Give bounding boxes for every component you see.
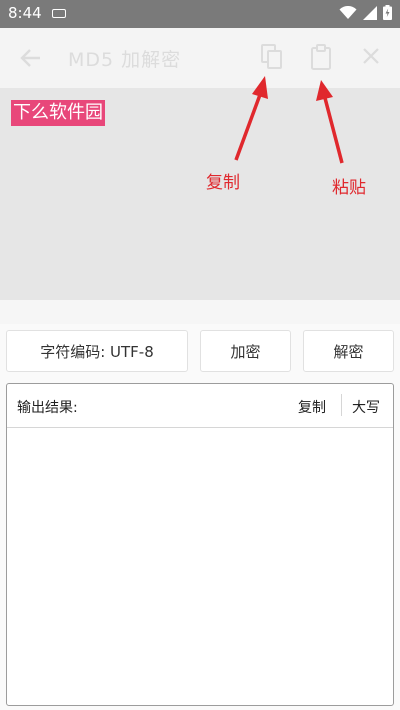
paste-annotation-label: 粘贴 — [332, 178, 366, 198]
status-bar: 8:44 — [0, 0, 400, 28]
output-label: 输出结果: — [17, 400, 78, 416]
encoding-label: 字符编码: UTF-8 — [40, 342, 154, 361]
close-icon[interactable] — [360, 45, 382, 67]
battery-charging-icon — [383, 5, 392, 20]
copy-annotation-label: 复制 — [206, 173, 240, 193]
status-time: 8:44 — [8, 4, 42, 22]
status-icons — [339, 5, 392, 20]
output-header-divider — [341, 394, 342, 416]
keyboard-icon — [52, 9, 66, 18]
app-bar: MD5 加解密 — [0, 28, 400, 88]
paste-icon[interactable] — [309, 43, 333, 71]
output-copy-button[interactable]: 复制 — [298, 397, 326, 417]
output-uppercase-button[interactable]: 大写 — [352, 397, 380, 417]
divider — [0, 300, 400, 324]
back-arrow-icon[interactable] — [18, 45, 44, 71]
encoding-select-button[interactable]: 字符编码: UTF-8 — [6, 330, 188, 372]
output-header: 输出结果: 复制 大写 — [7, 384, 393, 428]
decrypt-button[interactable]: 解密 — [303, 330, 394, 372]
page-title: MD5 加解密 — [68, 49, 182, 71]
copy-icon[interactable] — [260, 43, 284, 71]
input-text-selection[interactable]: 下么软件园 — [11, 100, 105, 126]
encrypt-label: 加密 — [230, 342, 261, 361]
output-panel: 输出结果: 复制 大写 — [6, 383, 394, 706]
decrypt-label: 解密 — [333, 342, 364, 361]
wifi-icon — [339, 5, 357, 19]
signal-icon — [363, 5, 377, 20]
encrypt-button[interactable]: 加密 — [200, 330, 291, 372]
